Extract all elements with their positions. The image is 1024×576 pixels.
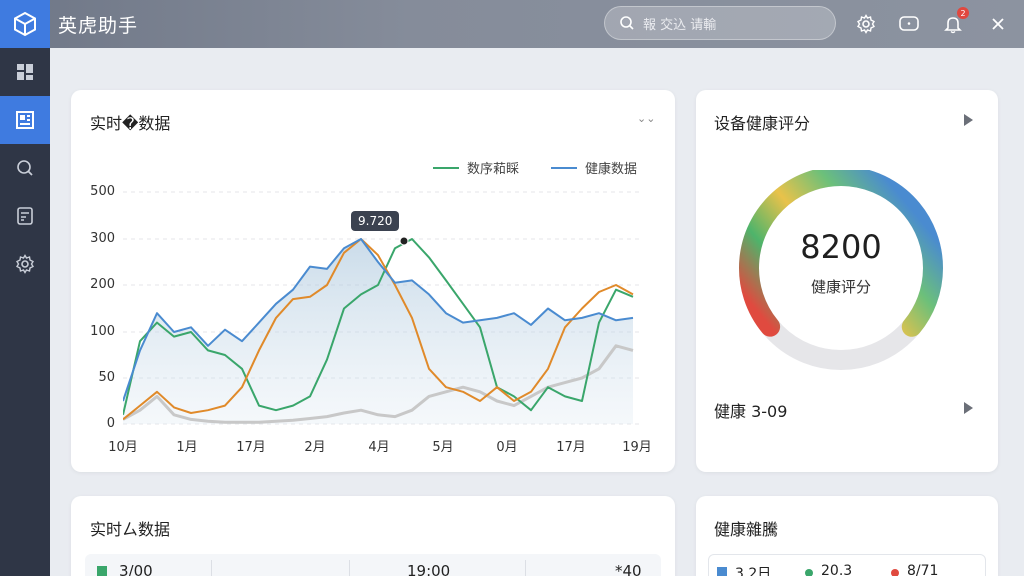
sidebar [0, 48, 50, 576]
status-dot [97, 566, 107, 576]
row-cell: 3.2日 [735, 566, 772, 576]
app-logo[interactable] [0, 0, 50, 48]
legend-swatch [433, 166, 459, 169]
health-trend-card: 健康雜騰 3.2日 20.3 8/71 [696, 496, 998, 576]
board-icon [16, 111, 34, 129]
settings-button[interactable] [854, 12, 878, 36]
card-title: 实时ㄙ数据 [90, 520, 171, 539]
message-button[interactable] [897, 12, 921, 36]
x-tick-label: 0月 [496, 440, 518, 455]
search-placeholder: 報 交込 请輸 [643, 17, 717, 33]
chart-tooltip: 9.720 [351, 211, 400, 231]
y-tick-label: 500 [90, 184, 115, 199]
app-title: 英虎助手 [58, 14, 139, 37]
status-dot [805, 569, 813, 576]
card-title: 设备健康评分 [714, 114, 811, 133]
expand-icon[interactable]: ⌄⌄ [637, 112, 655, 125]
document-icon [17, 207, 33, 225]
gear-icon [857, 14, 875, 34]
divider [349, 560, 350, 576]
divider [525, 560, 526, 576]
health-footer-label: 健康 3-09 [714, 402, 788, 421]
x-tick-label: 4月 [368, 440, 390, 455]
realtime-data-card-2: 实时ㄙ数据 3/00 19:00 *40 [71, 496, 675, 576]
status-dot [891, 569, 899, 576]
series-area [123, 239, 633, 424]
y-tick-label: 200 [90, 277, 115, 292]
row-cell: *40 [615, 562, 642, 576]
legend-item-1[interactable]: 数序萂睬 [433, 158, 519, 177]
cube-icon [14, 11, 36, 37]
arrow-right-icon[interactable] [964, 402, 973, 414]
row-cell: 19:00 [407, 562, 451, 576]
card-title: 实时�数据 [90, 114, 171, 133]
health-gauge [739, 170, 943, 370]
legend-label: 数序萂睬 [467, 162, 520, 177]
sidebar-item-reports[interactable] [0, 96, 50, 144]
top-bar: 英虎助手 報 交込 请輸 2 [0, 0, 1024, 48]
search-icon [620, 16, 634, 30]
gauge-arc [739, 170, 943, 370]
sidebar-item-search[interactable] [0, 144, 50, 192]
x-tick-label: 17月 [556, 440, 586, 455]
y-tick-label: 300 [90, 231, 115, 246]
close-button[interactable] [986, 12, 1010, 36]
legend-swatch [551, 166, 577, 169]
card-title: 健康雜騰 [714, 520, 779, 539]
legend-item-2[interactable]: 健康数据 [551, 158, 637, 177]
x-tick-label: 19月 [622, 440, 652, 455]
notification-button[interactable]: 2 [941, 7, 969, 36]
gear-icon [16, 254, 34, 274]
highlight-point[interactable] [399, 236, 409, 246]
health-score-card: 设备健康评分 8200 健康评分 健康 3-09 [696, 90, 998, 472]
data-row[interactable]: 3/00 19:00 *40 [85, 554, 661, 576]
row-cell: 3/00 [119, 562, 153, 576]
health-score-value: 8200 [800, 228, 882, 266]
legend-label: 健康数据 [585, 162, 638, 177]
x-tick-label: 10月 [108, 440, 138, 455]
row-cell: 8/71 [907, 563, 939, 576]
y-tick-label: 100 [90, 324, 115, 339]
search-icon [17, 160, 33, 176]
grid-icon [17, 64, 33, 80]
row-cell: 20.3 [821, 563, 853, 576]
y-tick-label: 0 [106, 416, 115, 431]
divider [211, 560, 212, 576]
x-tick-label: 17月 [236, 440, 266, 455]
y-tick-label: 50 [98, 370, 115, 385]
notification-badge: 2 [957, 7, 969, 19]
realtime-data-card: 实时�数据 ⌄⌄ 数序萂睬 健康数据 500 300 200 100 50 0 … [71, 90, 675, 472]
sidebar-item-dashboard[interactable] [0, 48, 50, 96]
sidebar-item-documents[interactable] [0, 192, 50, 240]
health-score-label: 健康评分 [810, 278, 871, 296]
arrow-right-icon[interactable] [964, 114, 973, 126]
close-icon [992, 18, 1004, 30]
chat-icon [899, 16, 919, 31]
x-tick-label: 2月 [304, 440, 326, 455]
sidebar-item-settings[interactable] [0, 240, 50, 288]
status-dot [717, 567, 727, 576]
x-tick-label: 1月 [176, 440, 198, 455]
search-input[interactable]: 報 交込 请輸 [604, 6, 836, 40]
data-row[interactable]: 3.2日 20.3 8/71 [708, 554, 986, 576]
x-tick-label: 5月 [432, 440, 454, 455]
